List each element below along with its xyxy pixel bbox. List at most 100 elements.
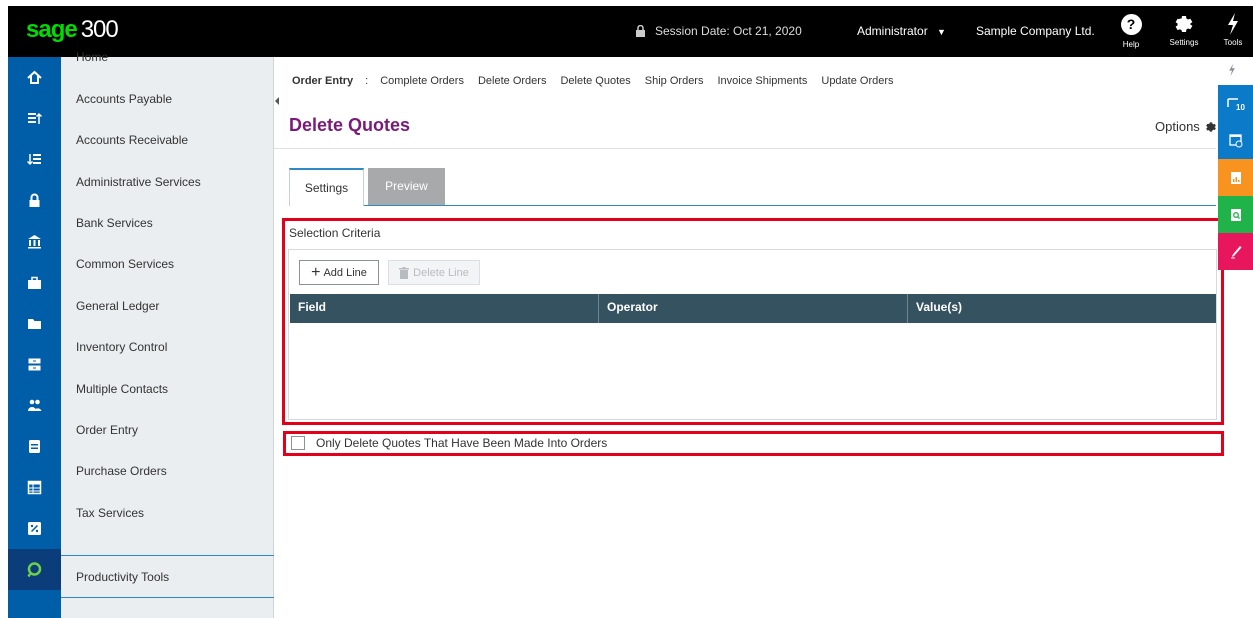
module-icon-rail	[8, 57, 61, 618]
productivity-icon	[27, 562, 42, 577]
criteria-grid-header: Field Operator Value(s)	[290, 294, 1216, 323]
menu-item-order-entry[interactable]: Order Entry	[61, 410, 274, 451]
lock-icon	[636, 25, 645, 37]
breadcrumb-invoice-shipments[interactable]: Invoice Shipments	[717, 75, 807, 87]
rail-order-entry[interactable]	[8, 426, 61, 467]
menu-divider	[61, 597, 274, 598]
window-clock-icon	[1228, 133, 1242, 147]
breadcrumb-root[interactable]: Order Entry	[292, 75, 353, 87]
breadcrumb-ship-orders[interactable]: Ship Orders	[645, 75, 704, 87]
column-header-field[interactable]: Field	[290, 294, 599, 323]
window-10-icon: 10	[1226, 97, 1245, 111]
rail-inventory-control[interactable]	[8, 344, 61, 385]
rail-general-ledger[interactable]	[8, 303, 61, 344]
inquiry-icon	[1230, 208, 1241, 221]
add-line-button[interactable]: + Add Line	[299, 260, 379, 285]
breadcrumb-separator: :	[365, 75, 369, 87]
menu-item-general-ledger[interactable]: General Ledger	[61, 286, 274, 327]
module-menu: Home Accounts Payable Accounts Receivabl…	[61, 50, 274, 618]
collapse-menu-arrow-icon[interactable]	[275, 97, 279, 105]
column-header-values[interactable]: Value(s)	[908, 294, 1216, 323]
breadcrumb-complete-orders[interactable]: Complete Orders	[380, 75, 464, 87]
rail-common-services[interactable]	[8, 262, 61, 303]
report-icon	[1230, 171, 1241, 184]
breadcrumb: Order Entry : Complete Orders Delete Ord…	[292, 75, 908, 87]
options-label: Options	[1155, 119, 1200, 134]
menu-item-accounts-receivable[interactable]: Accounts Receivable	[61, 120, 274, 161]
session-date-text: Session Date: Oct 21, 2020	[655, 24, 802, 38]
trash-icon	[399, 266, 410, 279]
tool-inquiry[interactable]	[1218, 196, 1253, 233]
order-entry-icon	[29, 440, 40, 453]
help-label: Help	[1122, 40, 1140, 49]
sage-300-app: sage 300 Session Date: Oct 21, 2020 Admin…	[0, 0, 1253, 618]
rail-accounts-payable[interactable]	[8, 98, 61, 139]
breadcrumb-update-orders[interactable]: Update Orders	[821, 75, 893, 87]
rail-accounts-receivable[interactable]	[8, 139, 61, 180]
rail-bank-services[interactable]	[8, 221, 61, 262]
menu-divider	[61, 555, 274, 556]
pen-icon	[1230, 245, 1241, 258]
menu-item-tax-services[interactable]: Tax Services	[61, 493, 274, 534]
menu-item-bank-services[interactable]: Bank Services	[61, 203, 274, 244]
accounts-receivable-icon	[27, 154, 41, 166]
tab-settings[interactable]: Settings	[289, 168, 364, 206]
menu-item-multiple-contacts[interactable]: Multiple Contacts	[61, 369, 274, 410]
breadcrumb-delete-quotes[interactable]: Delete Quotes	[560, 75, 630, 87]
user-name: Administrator	[857, 24, 928, 38]
gear-icon	[1205, 121, 1216, 132]
help-icon: ?	[1120, 14, 1142, 35]
only-delete-quotes-label[interactable]: Only Delete Quotes That Have Been Made I…	[316, 436, 607, 450]
help-button[interactable]: ? Help	[1116, 12, 1146, 49]
lightning-icon	[1228, 13, 1238, 35]
tool-customize[interactable]	[1218, 233, 1253, 270]
only-delete-quotes-checkbox[interactable]	[291, 436, 305, 450]
user-menu[interactable]: Administrator ▼	[857, 24, 946, 38]
tool-reports[interactable]	[1218, 159, 1253, 196]
delete-line-label: Delete Line	[413, 266, 469, 279]
lock-icon	[29, 193, 40, 207]
menu-item-productivity-tools[interactable]: Productivity Tools	[61, 557, 274, 598]
rail-productivity-tools[interactable]	[8, 549, 61, 590]
rail-tax-services[interactable]	[8, 508, 61, 549]
page-title: Delete Quotes	[289, 115, 411, 135]
lightning-icon[interactable]	[1228, 63, 1236, 77]
rail-home[interactable]	[8, 57, 61, 98]
rail-administrative-services[interactable]	[8, 180, 61, 221]
inventory-icon	[28, 358, 41, 371]
menu-item-administrative-services[interactable]: Administrative Services	[61, 162, 274, 203]
rail-multiple-contacts[interactable]	[8, 385, 61, 426]
menu-item-inventory-control[interactable]: Inventory Control	[61, 327, 274, 368]
tool-screen-history[interactable]	[1218, 122, 1253, 159]
tab-preview[interactable]: Preview	[368, 168, 445, 205]
selection-criteria-label: Selection Criteria	[289, 226, 381, 240]
folder-icon	[28, 319, 41, 329]
menu-item-accounts-payable[interactable]: Accounts Payable	[61, 79, 274, 120]
menu-item-home[interactable]: Home	[61, 37, 274, 78]
tool-window-manager[interactable]: 10	[1218, 85, 1253, 122]
tools-button[interactable]: Tools	[1218, 12, 1248, 47]
add-line-label: Add Line	[323, 266, 367, 279]
gear-icon	[1175, 16, 1193, 32]
settings-label: Settings	[1169, 38, 1199, 47]
plus-icon: +	[311, 263, 321, 281]
rail-purchase-orders[interactable]	[8, 467, 61, 508]
tools-label: Tools	[1223, 38, 1243, 47]
contacts-icon	[28, 399, 42, 411]
title-divider	[274, 148, 1216, 149]
options-button[interactable]: Options	[1155, 119, 1218, 134]
caret-down-icon: ▼	[937, 27, 946, 37]
breadcrumb-delete-orders[interactable]: Delete Orders	[478, 75, 546, 87]
home-icon	[27, 70, 42, 84]
menu-item-common-services[interactable]: Common Services	[61, 244, 274, 285]
menu-item-purchase-orders[interactable]: Purchase Orders	[61, 451, 274, 492]
tax-icon	[28, 522, 41, 535]
column-header-operator[interactable]: Operator	[599, 294, 908, 323]
accounts-payable-icon	[28, 112, 42, 124]
settings-button[interactable]: Settings	[1164, 12, 1204, 47]
purchase-orders-icon	[27, 480, 42, 495]
briefcase-icon	[28, 276, 41, 289]
delete-line-button[interactable]: Delete Line	[388, 260, 480, 285]
company-name[interactable]: Sample Company Ltd.	[976, 24, 1095, 38]
bank-icon	[28, 235, 41, 249]
